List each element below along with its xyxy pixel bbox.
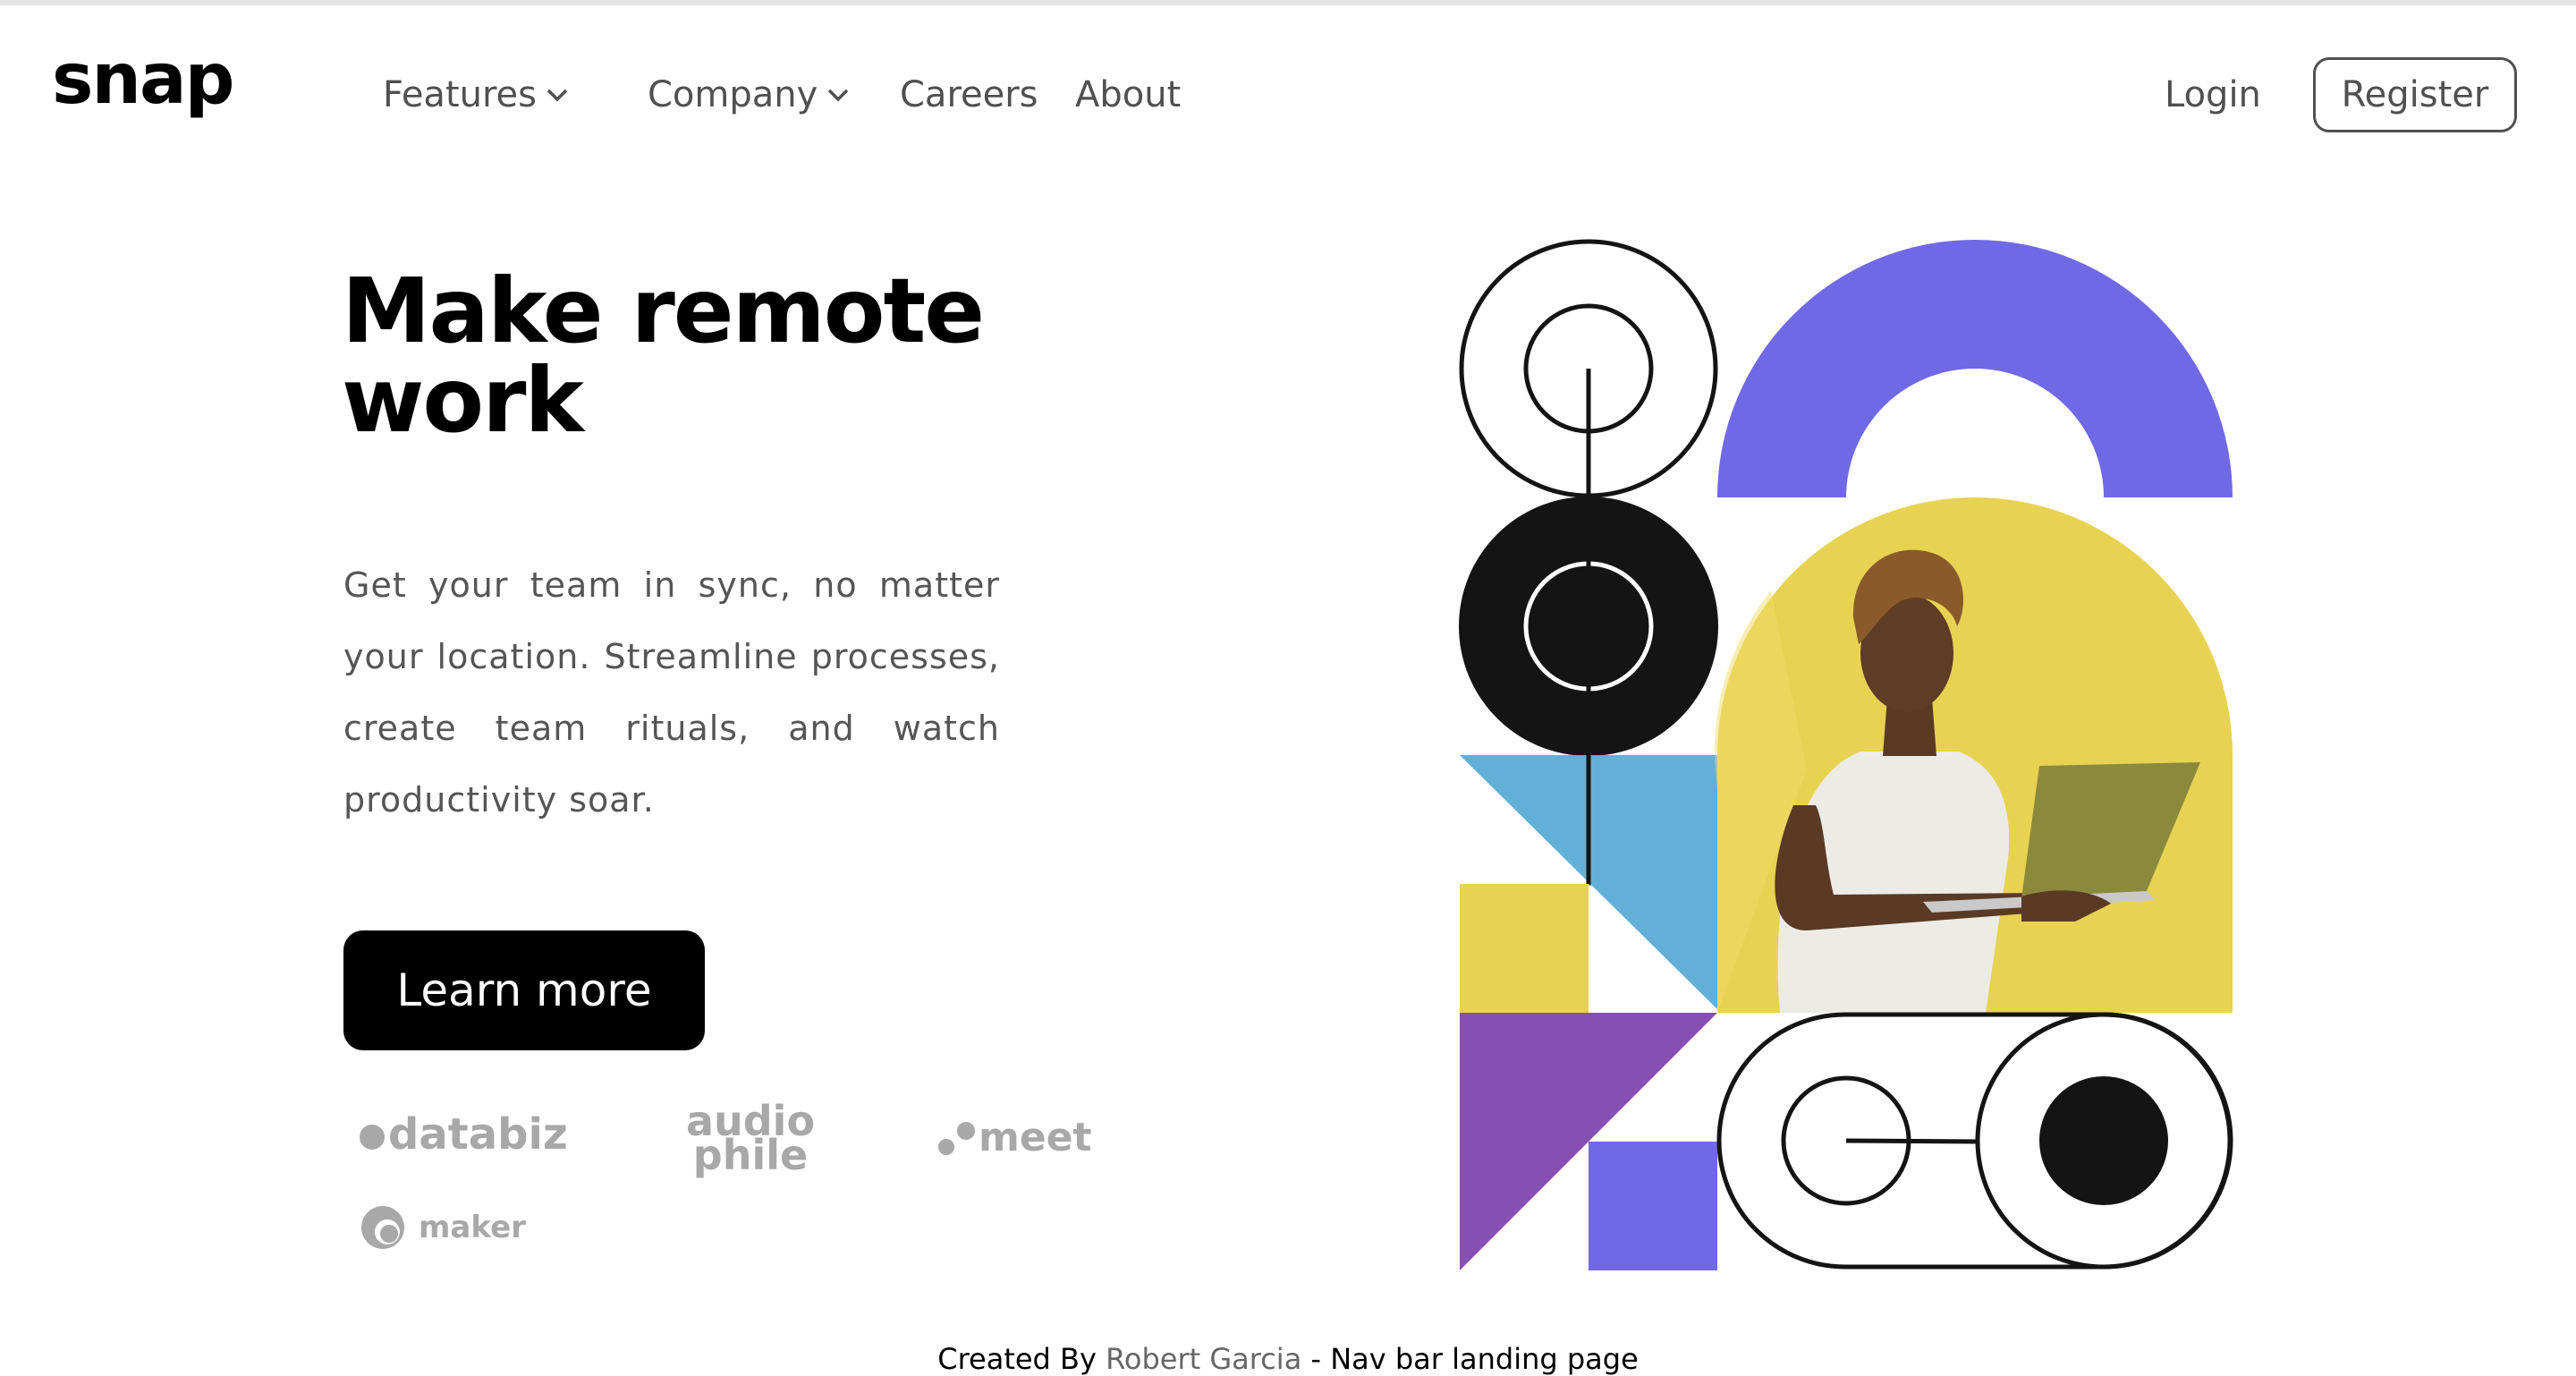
nav-features-label: Features: [383, 74, 537, 115]
login-link[interactable]: Login: [2165, 70, 2261, 120]
hero-description: Get your team in sync, no matter your lo…: [343, 565, 1000, 820]
databiz-wordmark: databiz: [388, 1109, 568, 1159]
learn-more-button[interactable]: Learn more: [343, 930, 705, 1050]
audiophile-wordmark-bottom: phile: [692, 1131, 809, 1179]
nav-company-dropdown[interactable]: Company: [648, 70, 850, 120]
databiz-dot-icon: [360, 1125, 385, 1150]
client-logo-maker: maker: [360, 1204, 526, 1251]
brand-logo[interactable]: snap: [52, 45, 234, 115]
client-logo-audiophile: audio phile: [683, 1100, 818, 1179]
nav-about-link[interactable]: About: [1075, 70, 1181, 120]
nav-careers-link[interactable]: Careers: [900, 70, 1038, 120]
maker-wordmark: maker: [419, 1210, 526, 1245]
nav-company-label: Company: [648, 74, 818, 115]
meet-wordmark: meet: [979, 1115, 1092, 1160]
maker-circle-icon: [361, 1206, 404, 1249]
register-button[interactable]: Register: [2313, 57, 2517, 132]
chevron-down-icon: [547, 89, 568, 102]
purple-arch-shape: [1717, 240, 2233, 497]
footer-suffix: - Nav bar landing page: [1301, 1342, 1639, 1376]
meet-dots-icon: [938, 1121, 975, 1155]
chevron-down-icon: [828, 89, 849, 102]
client-logo-databiz: databiz: [360, 1109, 568, 1159]
window-top-border: [0, 0, 2576, 5]
client-logo-meet: meet: [936, 1115, 1092, 1160]
yellow-square-shape: [1460, 884, 1589, 1013]
photo-person-with-laptop: [1715, 497, 2233, 1013]
purple-square-shape: [1589, 1142, 1717, 1270]
footer-author-link[interactable]: Robert Garcia: [1106, 1342, 1301, 1376]
attribution-footer: Created By Robert Garcia - Nav bar landi…: [0, 1342, 2576, 1376]
hero-illustration: [1459, 239, 2233, 1270]
nav-features-dropdown[interactable]: Features: [383, 70, 569, 120]
footer-prefix: Created By: [937, 1342, 1106, 1376]
pill-toggle-shape: [1716, 1012, 2233, 1270]
hero-headline: Make remote work: [342, 259, 985, 453]
